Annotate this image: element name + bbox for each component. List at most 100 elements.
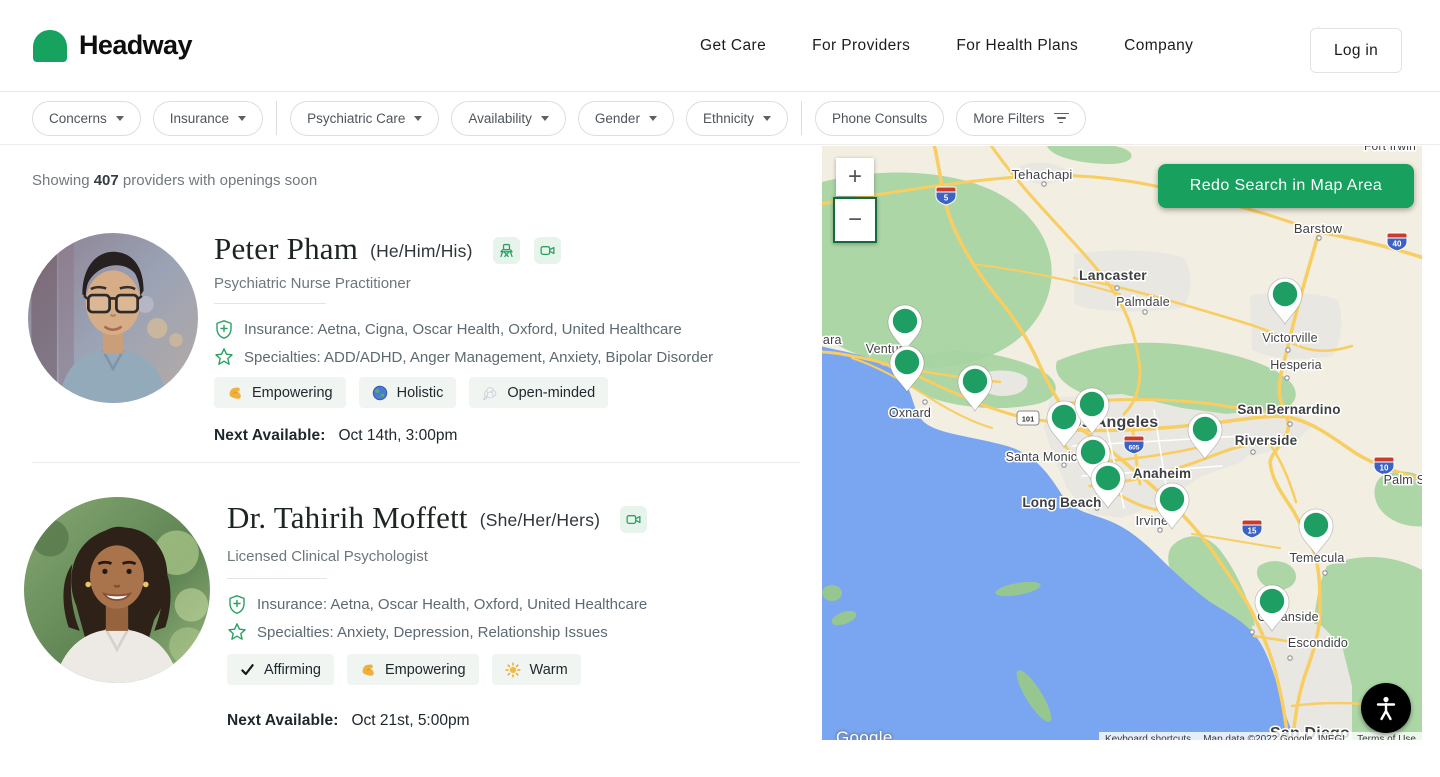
map-town-dot <box>1288 422 1292 426</box>
map-zoom-in-button[interactable]: + <box>836 158 874 196</box>
trait-badge: Empowering <box>214 377 346 408</box>
map-town-dot <box>1250 630 1254 634</box>
bicep-icon <box>360 662 376 678</box>
svg-text:15: 15 <box>1248 527 1257 536</box>
map-town-dot <box>1323 571 1327 575</box>
filter-ethnicity[interactable]: Ethnicity <box>686 101 788 136</box>
map-island <box>822 585 842 601</box>
highway-shield-icon: 5 <box>936 187 956 205</box>
keyboard-shortcuts-link[interactable]: Keyboard shortcuts <box>1099 732 1197 740</box>
map-city-label: Hesperia <box>1270 358 1322 372</box>
provider-photo[interactable] <box>28 233 198 403</box>
nav-get-care[interactable]: Get Care <box>700 37 766 55</box>
results-panel[interactable]: Showing 407 providers with openings soon <box>0 145 806 777</box>
map-city-label: Santa Barbara <box>822 333 842 347</box>
map-city-label: Oxnard <box>889 406 931 420</box>
map-town-dot <box>1251 450 1255 454</box>
google-logo[interactable]: Google <box>836 728 893 740</box>
accessibility-widget-button[interactable] <box>1361 683 1411 733</box>
map-attribution: Keyboard shortcuts Map data ©2022 Google… <box>1099 732 1422 740</box>
results-count-line: Showing 407 providers with openings soon <box>32 172 317 189</box>
provider-name[interactable]: Dr. Tahirih Moffett <box>227 500 468 536</box>
card-divider <box>32 462 800 463</box>
redo-search-button[interactable]: Redo Search in Map Area <box>1158 164 1414 208</box>
map[interactable]: 5401016051510Fort IrwinTehachapiBarstowL… <box>822 146 1422 740</box>
map-town-dot <box>1143 310 1147 314</box>
trait-badges: Affirming Empowering Warm <box>227 654 581 685</box>
nav-for-health-plans[interactable]: For Health Plans <box>956 37 1078 55</box>
map-city-label: Victorville <box>1262 331 1317 345</box>
map-city-label: Tehachapi <box>1011 167 1072 182</box>
map-town-dot <box>923 400 927 404</box>
map-city-label: Palmdale <box>1116 295 1170 309</box>
shield-plus-icon <box>214 319 234 339</box>
map-town-dot <box>1158 528 1162 532</box>
video-session-icon <box>534 237 561 264</box>
trait-badge: Open-minded <box>469 377 608 408</box>
insurance-row: Insurance: Aetna, Oscar Health, Oxford, … <box>227 594 647 614</box>
thought-balloon-icon <box>482 385 498 401</box>
logo-text: Headway <box>79 30 192 61</box>
chevron-down-icon <box>414 116 422 121</box>
nav-for-providers[interactable]: For Providers <box>812 37 910 55</box>
filter-availability[interactable]: Availability <box>451 101 566 136</box>
sun-icon <box>505 662 521 678</box>
provider-photo[interactable] <box>24 497 210 683</box>
video-session-icon <box>620 506 647 533</box>
map-city-label: Escondido <box>1288 636 1348 650</box>
highway-shield-icon: 15 <box>1242 520 1262 538</box>
filter-phone-consults[interactable]: Phone Consults <box>815 101 944 136</box>
filter-lines-icon <box>1054 113 1069 124</box>
map-panel: 5401016051510Fort IrwinTehachapiBarstowL… <box>822 146 1422 740</box>
terms-of-use-link[interactable]: Terms of Use <box>1351 732 1422 740</box>
highway-shield-icon: 605 <box>1124 436 1144 454</box>
star-icon <box>227 622 247 642</box>
filter-separator <box>276 101 277 135</box>
map-city-label: San Bernardino <box>1237 402 1340 417</box>
chevron-down-icon <box>541 116 549 121</box>
login-button[interactable]: Log in <box>1310 28 1402 73</box>
map-town-dot <box>1285 376 1289 380</box>
map-town-dot <box>1115 286 1119 290</box>
insurance-row: Insurance: Aetna, Cigna, Oscar Health, O… <box>214 319 682 339</box>
svg-text:605: 605 <box>1129 445 1140 452</box>
provider-title: Licensed Clinical Psychologist <box>227 548 428 565</box>
nav-company[interactable]: Company <box>1124 37 1193 55</box>
chevron-down-icon <box>763 116 771 121</box>
results-count: 407 <box>94 172 119 189</box>
filter-gender[interactable]: Gender <box>578 101 674 136</box>
headway-logo-icon <box>32 29 68 62</box>
highway-shield-icon: 101 <box>1017 411 1039 425</box>
divider <box>214 303 326 304</box>
globe-icon <box>372 385 388 401</box>
trait-badge: Holistic <box>359 377 457 408</box>
svg-text:40: 40 <box>1393 240 1402 249</box>
specialties-row: Specialties: ADD/ADHD, Anger Management,… <box>214 347 713 367</box>
headway-logo[interactable]: Headway <box>32 29 192 62</box>
map-city-label: Palm Springs <box>1384 473 1422 487</box>
map-data-text: Map data ©2022 Google, INEGI <box>1197 732 1351 740</box>
map-city-label: Fort Irwin <box>1364 146 1416 153</box>
map-town-dot <box>1042 182 1046 186</box>
map-zoom-out-button[interactable]: − <box>833 197 877 243</box>
filter-psychiatric-care[interactable]: Psychiatric Care <box>290 101 439 136</box>
provider-pronouns: (She/Her/Hers) <box>480 510 600 531</box>
trait-badges: Empowering Holistic Open-minded <box>214 377 608 408</box>
svg-text:101: 101 <box>1022 415 1035 424</box>
trait-badge: Affirming <box>227 654 334 685</box>
filter-bar: Concerns Insurance Psychiatric Care Avai… <box>0 92 1440 145</box>
provider-name[interactable]: Peter Pham <box>214 231 358 267</box>
in-person-icon <box>493 237 520 264</box>
filter-more-filters[interactable]: More Filters <box>956 101 1085 136</box>
filter-insurance[interactable]: Insurance <box>153 101 263 136</box>
chevron-down-icon <box>116 116 124 121</box>
filter-concerns[interactable]: Concerns <box>32 101 141 136</box>
highway-shield-icon: 40 <box>1387 233 1407 251</box>
check-icon <box>240 662 255 677</box>
top-navbar: Headway Get Care For Providers For Healt… <box>0 0 1440 92</box>
chevron-down-icon <box>649 116 657 121</box>
map-city-label: Santa Monica <box>1006 450 1085 464</box>
map-town-dot <box>1288 656 1292 660</box>
shield-plus-icon <box>227 594 247 614</box>
trait-badge: Warm <box>492 654 581 685</box>
